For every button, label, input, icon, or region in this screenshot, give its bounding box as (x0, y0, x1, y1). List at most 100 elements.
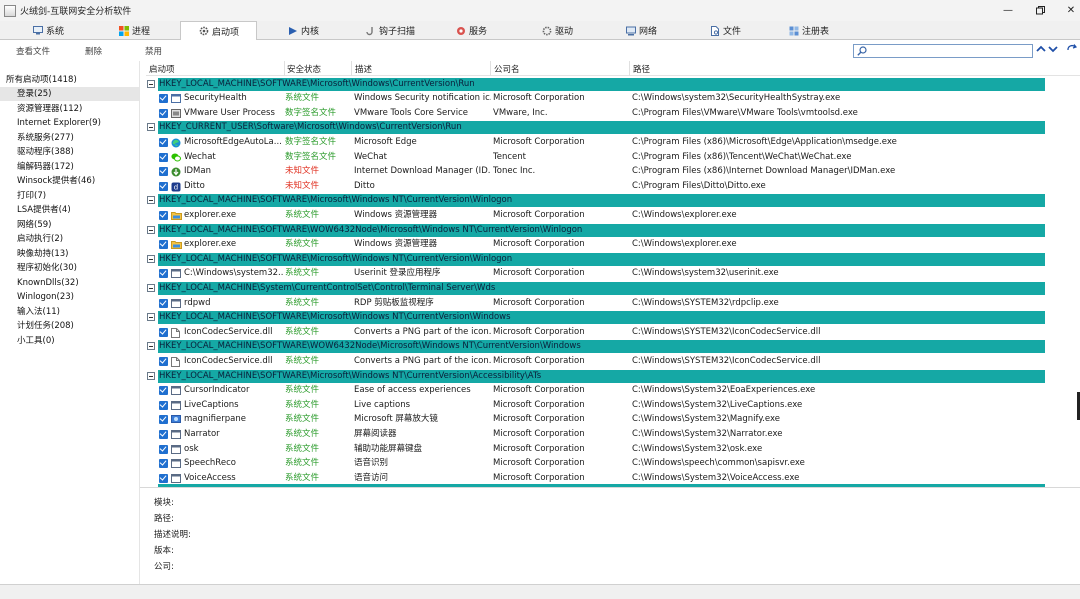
registry-key-group[interactable]: HKEY_LOCAL_MACHINE\SOFTWARE\Microsoft\Wi… (146, 76, 1080, 92)
sidebar-item[interactable]: 程序初始化(30) (0, 261, 77, 275)
sidebar-item[interactable]: Internet Explorer(9) (0, 116, 101, 130)
table-row[interactable]: Wechat 数字签名文件 WeChat Tencent C:\Program File… (146, 150, 1080, 165)
table-row[interactable]: explorer.exe 系统文件 Windows 资源管理器 Microsoft C… (146, 208, 1080, 223)
enabled-checkbox[interactable] (159, 400, 168, 410)
sidebar-item[interactable]: 小工具(0) (0, 334, 55, 348)
close-icon[interactable]: ✕ (1053, 0, 1080, 21)
collapse-icon[interactable] (147, 196, 155, 205)
chevron-down-icon[interactable] (1047, 44, 1059, 58)
sidebar-item[interactable]: KnownDlls(32) (0, 276, 79, 290)
registry-key-group[interactable]: HKEY_LOCAL_MACHINE\System\CurrentControl… (146, 280, 1080, 296)
table-row[interactable]: magnifierpane 系统文件 Microsoft 屏幕放大镜 Microsof… (146, 412, 1080, 427)
chevron-up-icon[interactable] (1035, 44, 1047, 58)
collapse-icon[interactable] (147, 283, 155, 292)
sidebar-item[interactable]: 打印(7) (0, 189, 46, 203)
sidebar-item[interactable]: 映像劫持(13) (0, 247, 68, 261)
sidebar-item[interactable]: 所有启动项(1418) (0, 73, 77, 87)
search-input[interactable] (868, 45, 1028, 57)
table-row[interactable]: osk 系统文件 辅助功能屏幕键盘 Microsoft Corporation C:\W… (146, 442, 1080, 457)
sidebar-item[interactable]: 编解码器(172) (0, 160, 74, 174)
enabled-checkbox[interactable] (159, 137, 168, 147)
collapse-icon[interactable] (147, 371, 155, 380)
view-file-button[interactable]: 查看文件 (16, 45, 50, 57)
disable-button[interactable]: 禁用 (145, 45, 162, 57)
registry-key-group[interactable]: HKEY_LOCAL_MACHINE\SOFTWARE\Microsoft\Wi… (146, 368, 1080, 384)
sidebar-item[interactable]: 输入法(11) (0, 305, 60, 319)
table-row[interactable]: SpeechReco 系统文件 语音识别 Microsoft Corporation C… (146, 456, 1080, 471)
table-row[interactable]: explorer.exe 系统文件 Windows 资源管理器 Microsoft C… (146, 237, 1080, 252)
sidebar-item[interactable]: 系统服务(277) (0, 131, 74, 145)
enabled-checkbox[interactable] (159, 415, 168, 425)
registry-key-group[interactable]: HKEY_LOCAL_MACHINE\SOFTWARE\Microsoft\Wi… (146, 193, 1080, 208)
tab-hook-scan[interactable]: 钩子扫描 (366, 21, 415, 40)
enabled-checkbox[interactable] (159, 240, 168, 250)
column-divider[interactable] (351, 61, 352, 76)
collapse-icon[interactable] (147, 225, 155, 234)
collapse-icon[interactable] (147, 123, 155, 132)
enabled-checkbox[interactable] (159, 356, 168, 366)
column-header-company[interactable]: 公司名 (494, 63, 520, 75)
sidebar-item[interactable]: 计划任务(208) (0, 319, 74, 333)
column-divider[interactable] (490, 61, 491, 76)
sidebar-item[interactable]: Winlogon(23) (0, 290, 74, 304)
enabled-checkbox[interactable] (159, 269, 168, 279)
collapse-icon[interactable] (147, 79, 155, 88)
tab-files[interactable]: 文件 (710, 21, 741, 40)
sidebar-item[interactable]: 驱动程序(388) (0, 145, 74, 159)
registry-key-group[interactable]: HKEY_LOCAL_MACHINE\SOFTWARE\WOW6432Node\… (146, 222, 1080, 238)
enabled-checkbox[interactable] (159, 298, 168, 308)
tab-kernel[interactable]: 内核 (288, 21, 319, 40)
column-header-path[interactable]: 路径 (633, 63, 650, 75)
enabled-checkbox[interactable] (159, 210, 168, 220)
tab-startup[interactable]: 启动项 (180, 21, 257, 41)
enabled-checkbox[interactable] (159, 444, 168, 454)
table-row[interactable]: Narrator 系统文件 屏幕阅读器 Microsoft Corporation C:… (146, 427, 1080, 442)
registry-key-group[interactable]: HKEY_CURRENT_USER\Software\Microsoft\Win… (146, 120, 1080, 135)
table-row[interactable]: d Ditto 未知文件 Ditto C:\Program Files\Ditto\Di… (146, 179, 1080, 194)
column-header-startup[interactable]: 启动项 (149, 63, 175, 75)
sidebar-item[interactable]: 资源管理器(112) (0, 102, 82, 116)
sidebar-item[interactable]: 启动执行(2) (0, 232, 63, 246)
search-box[interactable] (853, 44, 1033, 58)
sidebar-item[interactable]: LSA提供者(4) (0, 203, 71, 217)
registry-key-group[interactable]: HKEY_LOCAL_MACHINE\SOFTWARE\Microsoft\Wi… (146, 310, 1080, 325)
enabled-checkbox[interactable] (159, 152, 168, 162)
table-row[interactable]: IDMan 未知文件 Internet Download Manager (ID..… (146, 164, 1080, 179)
tab-drivers[interactable]: 驱动 (542, 21, 573, 40)
delete-button[interactable]: 删除 (85, 45, 102, 57)
sidebar-item[interactable]: 登录(25) (0, 87, 139, 101)
tab-services[interactable]: 服务 (456, 21, 487, 40)
table-row[interactable]: C:\Windows\system32... 系统文件 Userinit 登录应用程… (146, 266, 1080, 281)
table-row[interactable]: rdpwd 系统文件 RDP 剪贴板监视程序 Microsoft Corporatio… (146, 296, 1080, 311)
table-row[interactable]: CursorIndicator 系统文件 Ease of access experi… (146, 383, 1080, 398)
column-divider[interactable] (284, 61, 285, 76)
table-row[interactable]: IconCodecService.dll 系统文件 Converts a PNG p… (146, 325, 1080, 340)
enabled-checkbox[interactable] (159, 167, 168, 177)
enabled-checkbox[interactable] (159, 94, 168, 104)
collapse-icon[interactable] (147, 342, 155, 351)
column-divider[interactable] (629, 61, 630, 76)
refresh-icon[interactable] (1066, 44, 1078, 58)
sidebar-item[interactable]: 网络(59) (0, 218, 51, 232)
enabled-checkbox[interactable] (159, 459, 168, 469)
column-header-status[interactable]: 安全状态 (287, 63, 321, 75)
column-header-description[interactable]: 描述 (355, 63, 372, 75)
table-row[interactable]: LiveCaptions 系统文件 Live captions Microsoft C… (146, 398, 1080, 413)
registry-key-group[interactable]: HKEY_LOCAL_MACHINE\SOFTWARE\WOW6432Node\… (146, 339, 1080, 354)
registry-key-group[interactable]: HKEY_LOCAL_MACHINE\SOFTWARE\Microsoft\Wi… (146, 251, 1080, 267)
tab-process[interactable]: 进程 (119, 21, 150, 40)
enabled-checkbox[interactable] (159, 429, 168, 439)
enabled-checkbox[interactable] (159, 386, 168, 396)
enabled-checkbox[interactable] (159, 473, 168, 483)
table-row[interactable]: SecurityHealth 系统文件 Windows Security notif… (146, 91, 1080, 106)
table-row[interactable]: IconCodecService.dll 系统文件 Converts a PNG p… (146, 354, 1080, 369)
collapse-icon[interactable] (147, 254, 155, 263)
table-row[interactable]: MicrosoftEdgeAutoLa... 数字签名文件 Microsoft Ed… (146, 135, 1080, 150)
minimize-icon[interactable]: — (990, 0, 1026, 21)
sidebar-item[interactable]: Winsock提供者(46) (0, 174, 95, 188)
tab-network[interactable]: 网络 (626, 21, 657, 40)
tab-registry[interactable]: 注册表 (789, 21, 829, 40)
collapse-icon[interactable] (147, 313, 155, 322)
enabled-checkbox[interactable] (159, 108, 168, 118)
tab-system[interactable]: 系统 (33, 21, 64, 40)
